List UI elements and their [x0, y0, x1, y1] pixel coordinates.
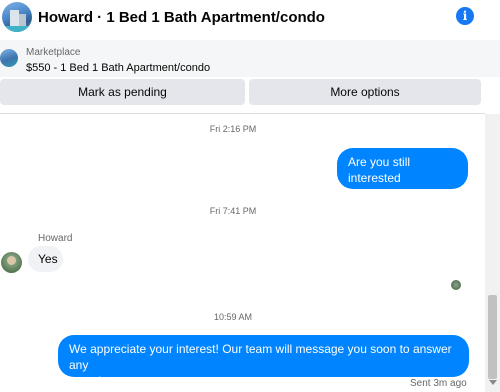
message-text: questions. [69, 374, 124, 388]
timestamp: Fri 2:16 PM [209, 124, 257, 134]
scroll-down-arrow-icon[interactable] [489, 380, 497, 385]
message-text: Are you still interested [348, 155, 411, 185]
listing-price-title: $550 - 1 Bed 1 Bath Apartment/condo [26, 62, 211, 74]
outgoing-message[interactable]: We appreciate your interest! Our team wi… [58, 335, 469, 388]
incoming-message[interactable]: Yes [28, 246, 63, 272]
chat-title[interactable]: Howard · 1 Bed 1 Bath Apartment/condo [38, 9, 325, 26]
timestamp: Fri 7:41 PM [209, 206, 257, 216]
message-text: We appreciate your interest! Our team wi… [69, 342, 452, 372]
marketplace-bar[interactable]: Marketplace $550 - 1 Bed 1 Bath Apartmen… [0, 40, 500, 77]
seen-indicator-avatar [451, 280, 461, 290]
chat-header: Howard · 1 Bed 1 Bath Apartment/condo i [0, 0, 500, 41]
sender-avatar[interactable] [1, 252, 22, 273]
divider [0, 113, 485, 114]
info-icon[interactable]: i [456, 7, 474, 25]
listing-thumbnail [0, 49, 18, 67]
listing-avatar[interactable] [2, 2, 32, 32]
scrollbar-thumb[interactable] [488, 295, 497, 379]
outgoing-message[interactable]: Are you still interested Please let me k… [337, 148, 468, 201]
mark-as-pending-button[interactable]: Mark as pending [0, 79, 245, 105]
message-text: Please let me know [348, 187, 453, 201]
marketplace-label: Marketplace [26, 47, 81, 58]
sent-status: Sent 3m ago [410, 378, 467, 389]
more-options-button[interactable]: More options [249, 79, 481, 105]
sender-name: Howard [38, 233, 73, 244]
timestamp: 10:59 AM [213, 312, 253, 322]
